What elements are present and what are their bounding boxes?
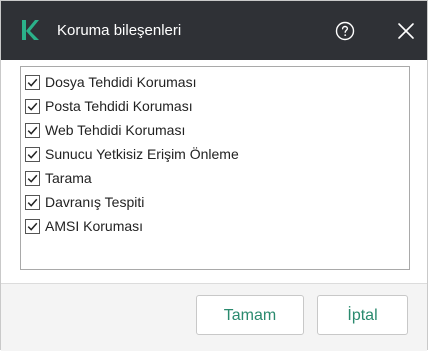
- component-label: Posta Tehdidi Koruması: [45, 98, 193, 114]
- check-icon: [27, 102, 38, 111]
- ok-button[interactable]: Tamam: [196, 295, 304, 335]
- component-item[interactable]: Davranış Tespiti: [21, 190, 409, 214]
- check-icon: [27, 198, 38, 207]
- check-icon: [27, 150, 38, 159]
- component-label: Davranış Tespiti: [45, 194, 145, 210]
- checkbox[interactable]: [25, 170, 40, 186]
- dialog-footer: Tamam İptal: [1, 283, 427, 351]
- dialog-title: Koruma bileşenleri: [57, 22, 182, 39]
- help-icon[interactable]: [335, 21, 355, 41]
- kaspersky-logo-icon: [21, 19, 39, 41]
- component-item[interactable]: Tarama: [21, 166, 409, 190]
- checkbox[interactable]: [25, 122, 40, 138]
- checkbox[interactable]: [25, 194, 40, 210]
- title-bar: Koruma bileşenleri: [1, 1, 427, 60]
- component-label: Dosya Tehdidi Koruması: [45, 74, 197, 90]
- component-label: AMSI Koruması: [45, 218, 144, 234]
- component-item[interactable]: Sunucu Yetkisiz Erişim Önleme: [21, 142, 409, 166]
- check-icon: [27, 78, 38, 87]
- component-item[interactable]: Web Tehdidi Koruması: [21, 118, 409, 142]
- checkbox[interactable]: [25, 218, 40, 234]
- protection-components-dialog: Koruma bileşenleri Dosya Tehdidi Korumas…: [0, 0, 428, 351]
- checkbox[interactable]: [25, 98, 40, 114]
- components-list: Dosya Tehdidi Koruması Posta Tehdidi Koru…: [20, 66, 410, 270]
- check-icon: [27, 126, 38, 135]
- cancel-button[interactable]: İptal: [317, 295, 408, 335]
- component-item[interactable]: Posta Tehdidi Koruması: [21, 94, 409, 118]
- component-label: Web Tehdidi Koruması: [45, 122, 186, 138]
- component-label: Tarama: [45, 170, 92, 186]
- component-label: Sunucu Yetkisiz Erişim Önleme: [45, 146, 239, 162]
- check-icon: [27, 174, 38, 183]
- check-icon: [27, 222, 38, 231]
- close-icon[interactable]: [397, 22, 415, 40]
- component-item[interactable]: Dosya Tehdidi Koruması: [21, 70, 409, 94]
- checkbox[interactable]: [25, 74, 40, 90]
- component-item[interactable]: AMSI Koruması: [21, 214, 409, 238]
- checkbox[interactable]: [25, 146, 40, 162]
